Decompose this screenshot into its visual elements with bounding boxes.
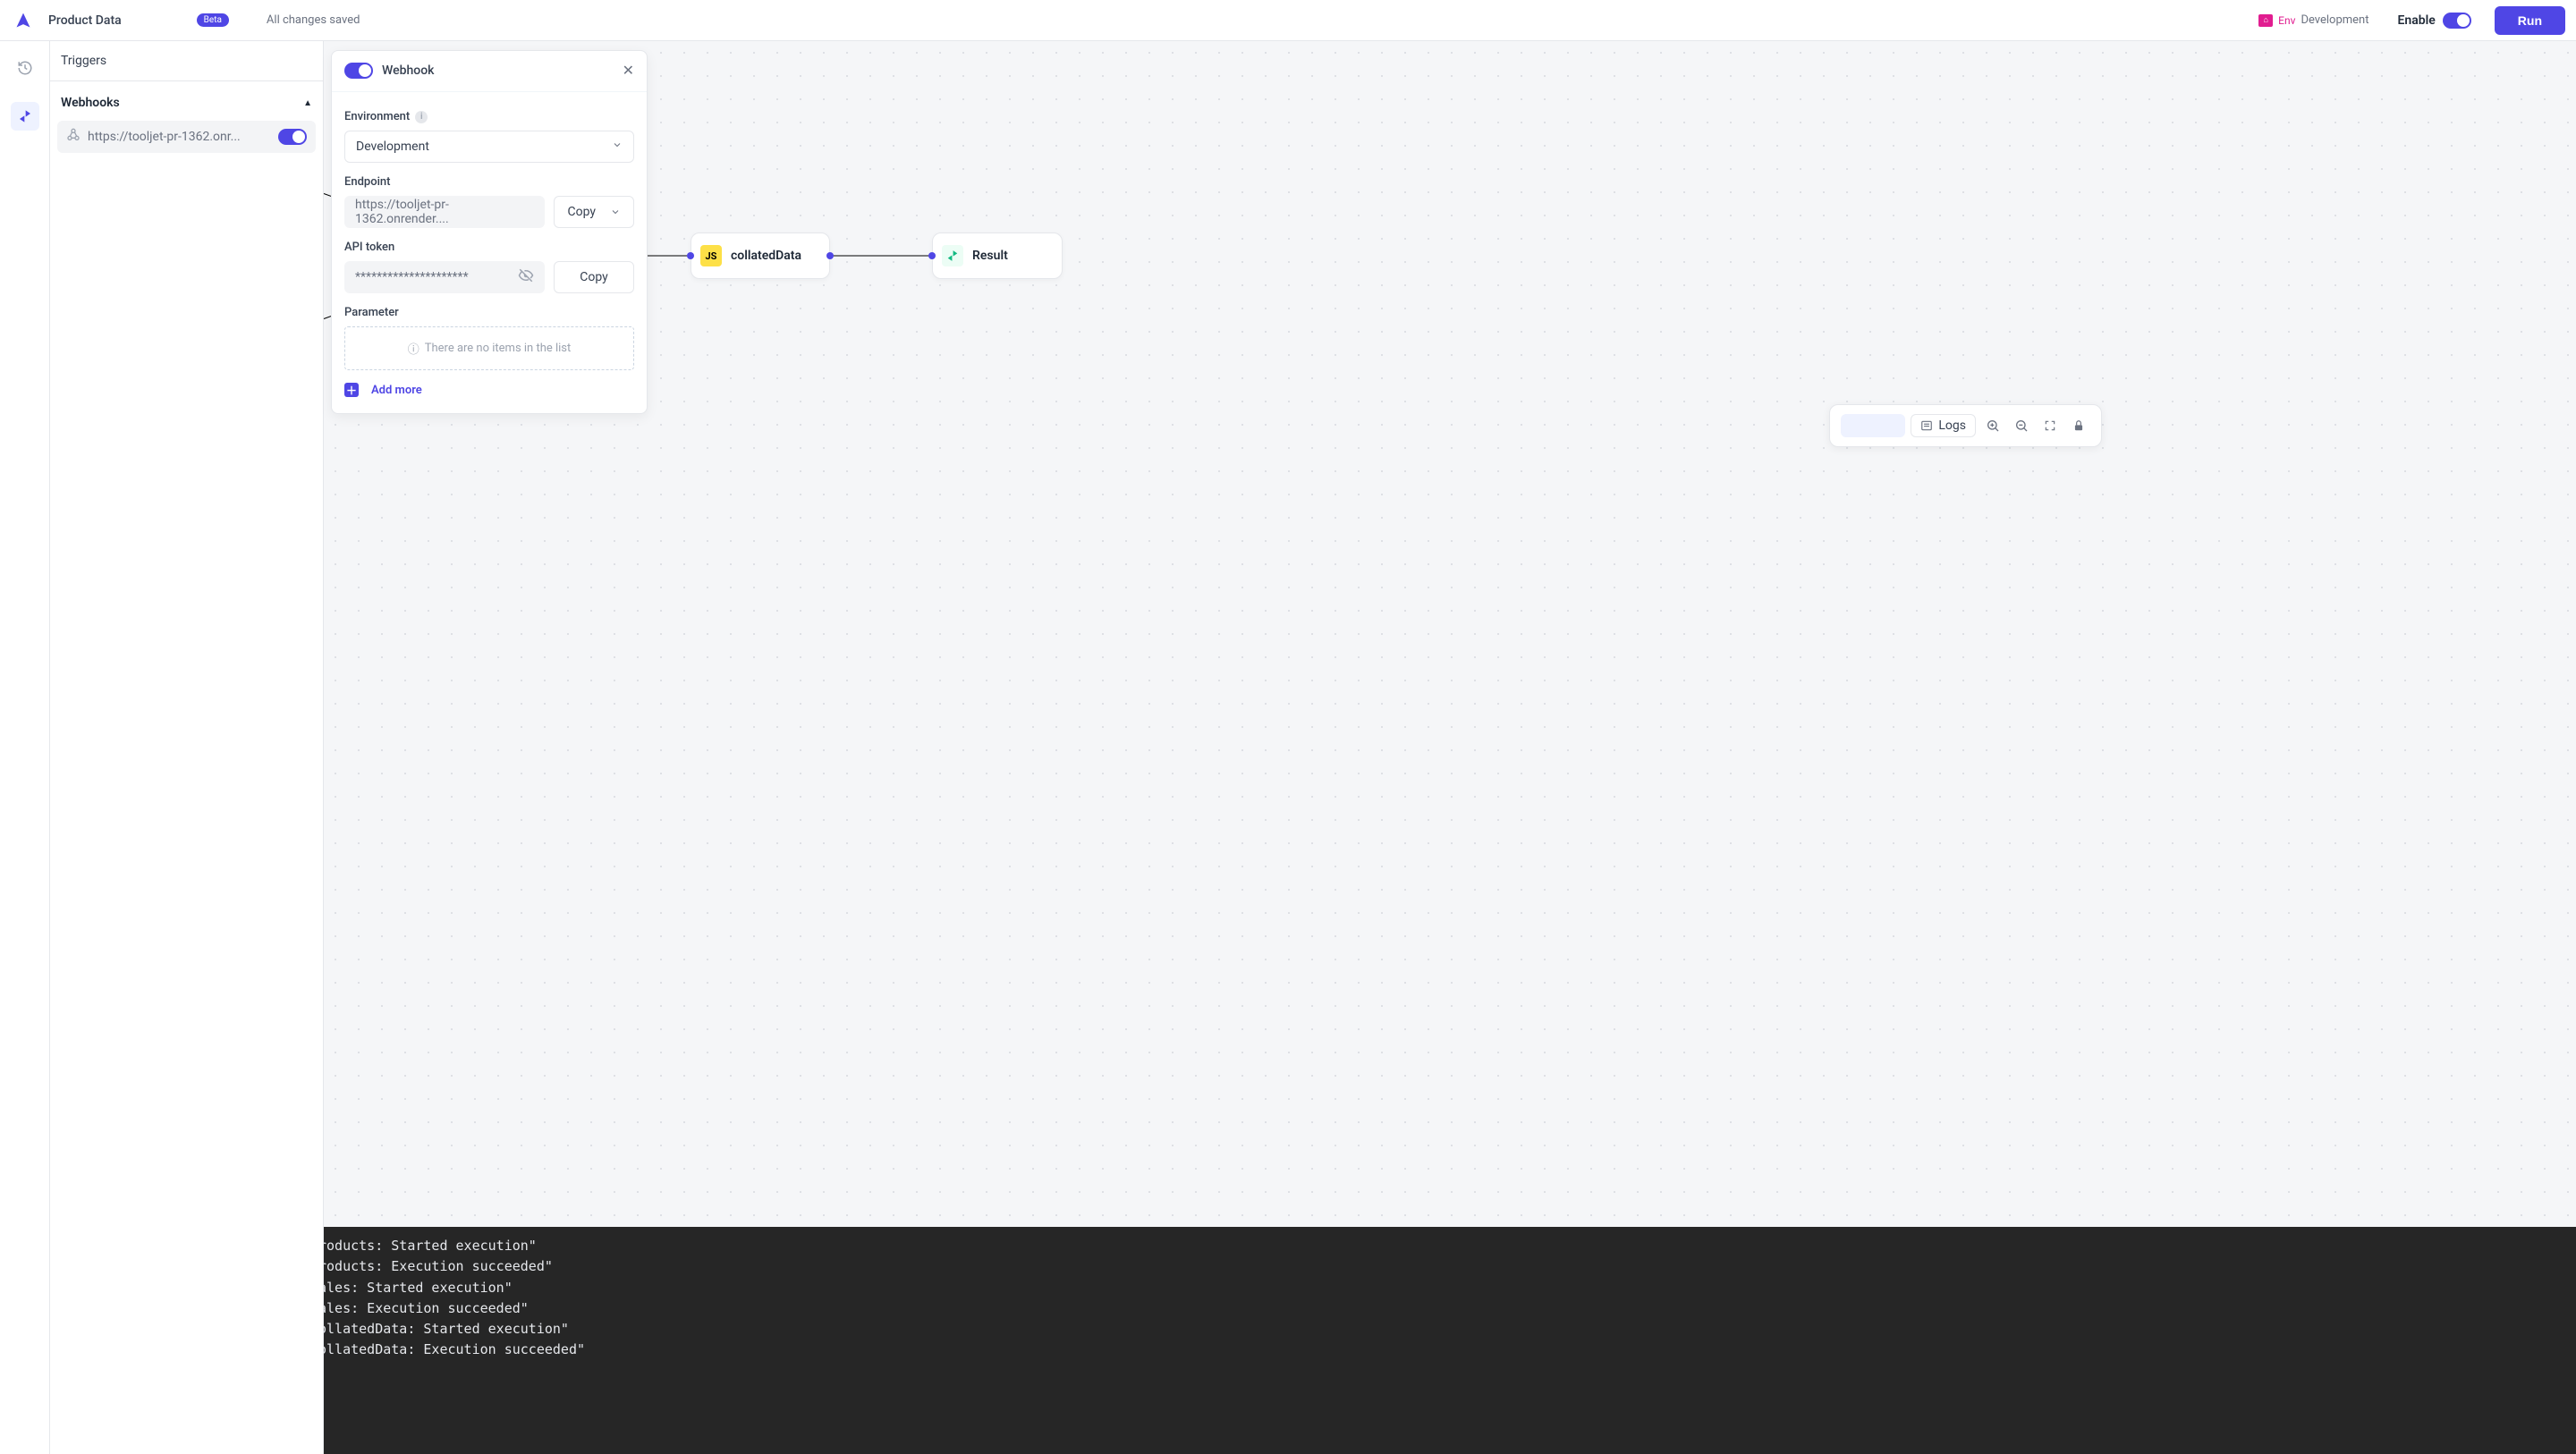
edge-lines	[324, 41, 2576, 1227]
toolbar-active-pill[interactable]	[1841, 414, 1905, 437]
logs-button[interactable]: Logs	[1911, 414, 1976, 437]
beta-badge: Beta	[197, 13, 229, 27]
log-line: ales: Started execution"	[324, 1278, 2576, 1298]
enable-label: Enable	[2398, 13, 2436, 28]
enable-block: Enable	[2398, 13, 2471, 29]
plus-icon: ＋	[344, 383, 359, 397]
chevron-down-icon	[612, 139, 623, 154]
canvas-toolbar: Logs	[1829, 404, 2102, 447]
config-enable-toggle[interactable]	[344, 63, 373, 79]
endpoint-label: Endpoint	[344, 175, 390, 189]
triggers-heading: Triggers	[50, 41, 323, 81]
api-token-label: API token	[344, 241, 394, 254]
webhooks-heading: Webhooks	[61, 96, 120, 110]
close-icon[interactable]: ✕	[623, 62, 634, 79]
lock-icon[interactable]	[2067, 414, 2090, 437]
env-indicator[interactable]: ⌂ Env Development	[2258, 13, 2368, 27]
logs-icon	[1920, 419, 1933, 432]
webhook-icon	[66, 128, 80, 146]
env-label: Env	[2278, 14, 2295, 27]
copy-endpoint-button[interactable]: Copy	[554, 196, 634, 228]
webhook-config-panel: Webhook ✕ Environment i Development	[331, 50, 648, 414]
log-line: ollatedData: Execution succeeded"	[324, 1340, 2576, 1360]
info-icon: ⓘ	[408, 340, 419, 357]
copy-token-button[interactable]: Copy	[554, 261, 634, 293]
log-line: ollatedData: Started execution"	[324, 1319, 2576, 1340]
icon-rail	[0, 41, 50, 1454]
add-parameter-button[interactable]: ＋ Add more	[344, 383, 634, 397]
info-icon[interactable]: i	[415, 111, 428, 123]
result-icon	[942, 245, 963, 266]
zoom-in-icon[interactable]	[1981, 414, 2004, 437]
env-icon: ⌂	[2258, 14, 2273, 27]
node-port-in[interactable]	[928, 252, 936, 259]
api-token-input[interactable]: *********************	[344, 261, 545, 293]
node-title: collatedData	[731, 249, 801, 263]
run-button[interactable]: Run	[2495, 6, 2565, 35]
save-status: All changes saved	[267, 13, 360, 27]
app-logo-icon	[11, 8, 36, 33]
env-value: Development	[2301, 13, 2368, 27]
enable-toggle[interactable]	[2443, 13, 2471, 29]
execution-console[interactable]: roducts: Started execution" roducts: Exe…	[324, 1227, 2576, 1454]
parameter-empty-state: ⓘ There are no items in the list	[344, 326, 634, 370]
workflow-title: Product Data	[48, 13, 122, 28]
node-collated-data[interactable]: JS collatedData	[691, 232, 830, 279]
webhook-item-url: https://tooljet-pr-1362.onr...	[88, 130, 271, 144]
log-line: roducts: Started execution"	[324, 1236, 2576, 1256]
workflow-canvas[interactable]: Webhook ✕ Environment i Development	[324, 41, 2576, 1227]
node-title: Result	[972, 249, 1008, 263]
node-result[interactable]: Result	[932, 232, 1063, 279]
webhook-item[interactable]: https://tooljet-pr-1362.onr...	[57, 121, 316, 153]
chevron-down-icon	[610, 207, 621, 217]
history-icon[interactable]	[11, 54, 39, 82]
log-line: ales: Execution succeeded"	[324, 1298, 2576, 1319]
visibility-off-icon[interactable]	[518, 267, 534, 287]
environment-label: Environment	[344, 110, 410, 123]
node-port-out[interactable]	[826, 252, 834, 259]
config-title: Webhook	[382, 63, 434, 78]
top-bar: Product Data Beta All changes saved ⌂ En…	[0, 0, 2576, 41]
parameter-label: Parameter	[344, 306, 399, 319]
zoom-out-icon[interactable]	[2010, 414, 2033, 437]
webhook-item-toggle[interactable]	[278, 129, 307, 145]
fit-view-icon[interactable]	[2038, 414, 2062, 437]
collapse-caret-icon[interactable]: ▲	[303, 98, 312, 108]
environment-value: Development	[356, 139, 429, 154]
node-port-in[interactable]	[687, 252, 694, 259]
js-icon: JS	[700, 245, 722, 266]
webhooks-icon[interactable]	[11, 102, 39, 131]
log-line: roducts: Execution succeeded"	[324, 1256, 2576, 1277]
endpoint-input[interactable]: https://tooljet-pr-1362.onrender....	[344, 196, 545, 228]
environment-select[interactable]: Development	[344, 131, 634, 163]
side-panel: Triggers Webhooks ▲ https://tooljet-pr-1…	[50, 41, 324, 1454]
